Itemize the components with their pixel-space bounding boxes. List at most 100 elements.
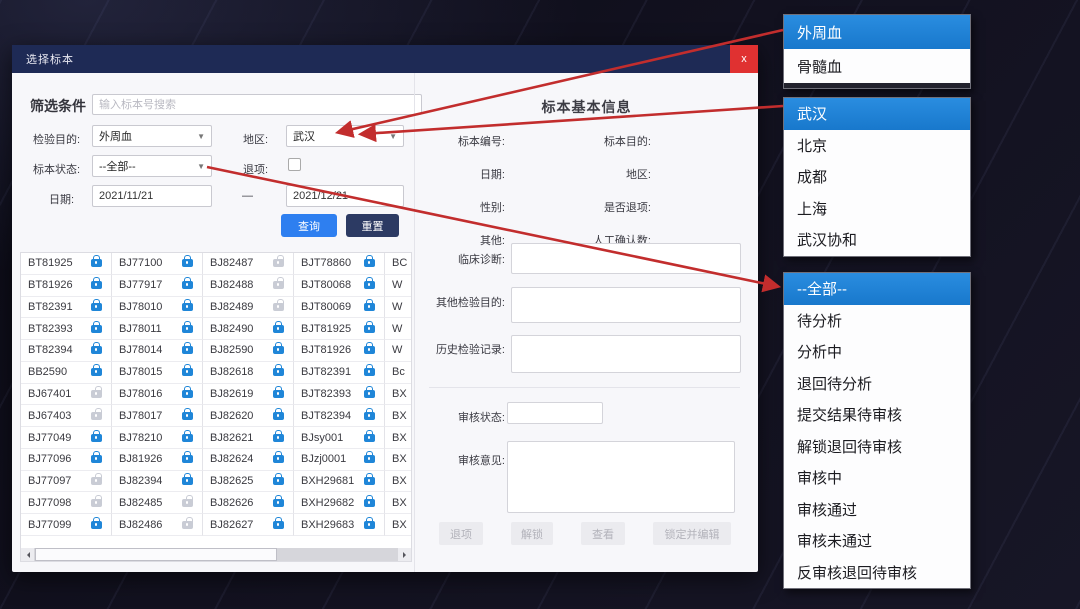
horizontal-scrollbar[interactable] <box>21 548 411 561</box>
table-cell[interactable]: BJT80069 <box>294 297 385 319</box>
table-cell[interactable]: BJ82620 <box>203 405 294 427</box>
table-cell[interactable]: W <box>385 318 411 340</box>
table-cell[interactable]: BX <box>385 427 411 449</box>
table-cell[interactable]: BJ77098 <box>21 492 112 514</box>
return-item-button[interactable]: 退项 <box>439 522 483 545</box>
popup-item[interactable]: 提交结果待审核 <box>784 399 970 431</box>
table-cell[interactable]: BJ82489 <box>203 297 294 319</box>
table-cell[interactable]: W <box>385 297 411 319</box>
query-button[interactable]: 查询 <box>281 214 337 237</box>
popup-item[interactable]: 审核通过 <box>784 494 970 526</box>
close-icon[interactable]: x <box>730 45 758 73</box>
popup-item[interactable]: --全部-- <box>784 273 970 305</box>
table-cell[interactable]: BJ82590 <box>203 340 294 362</box>
table-cell[interactable]: Bc <box>385 362 411 384</box>
table-cell[interactable]: BJ82394 <box>112 471 203 493</box>
table-cell[interactable]: BJ82624 <box>203 449 294 471</box>
table-cell[interactable]: BJ77917 <box>112 275 203 297</box>
scrollbar-left-arrow-icon[interactable] <box>21 548 34 561</box>
table-cell[interactable]: BJzj0001 <box>294 449 385 471</box>
table-cell[interactable]: BJ77096 <box>21 449 112 471</box>
table-cell[interactable]: BJ77100 <box>112 253 203 275</box>
table-cell[interactable]: BJ82618 <box>203 362 294 384</box>
popup-item[interactable]: 成都 <box>784 161 970 193</box>
table-cell[interactable]: BX <box>385 384 411 406</box>
search-input[interactable] <box>92 94 422 115</box>
table-cell[interactable]: BJT81925 <box>294 318 385 340</box>
table-cell[interactable]: BJ78011 <box>112 318 203 340</box>
popup-item[interactable]: 待分析 <box>784 305 970 337</box>
popup-item[interactable]: 武汉协和 <box>784 224 970 256</box>
popup-item[interactable]: 反审核退回待审核 <box>784 557 970 589</box>
table-cell[interactable]: BJsy001 <box>294 427 385 449</box>
table-cell[interactable]: BJ82488 <box>203 275 294 297</box>
view-button[interactable]: 查看 <box>581 522 625 545</box>
table-cell[interactable]: BJ82490 <box>203 318 294 340</box>
table-cell[interactable]: BT82393 <box>21 318 112 340</box>
table-cell[interactable]: BJ82485 <box>112 492 203 514</box>
scrollbar-thumb[interactable] <box>35 548 277 561</box>
table-cell[interactable]: BJT78860 <box>294 253 385 275</box>
audit-status-field[interactable] <box>507 402 603 424</box>
table-cell[interactable]: BJ82627 <box>203 514 294 536</box>
table-cell[interactable]: BXH29681 <box>294 471 385 493</box>
table-cell[interactable]: W <box>385 340 411 362</box>
table-cell[interactable]: BB2590 <box>21 362 112 384</box>
popup-item[interactable]: 分析中 <box>784 336 970 368</box>
table-cell[interactable]: BJ78014 <box>112 340 203 362</box>
table-cell[interactable]: BJ81926 <box>112 449 203 471</box>
clinical-diagnosis-field[interactable] <box>511 243 741 274</box>
popup-item[interactable]: 武汉 <box>784 98 970 130</box>
purpose-dropdown[interactable]: 外周血 ▼ <box>92 125 212 147</box>
table-cell[interactable]: BJ67403 <box>21 405 112 427</box>
table-cell[interactable]: BX <box>385 449 411 471</box>
table-cell[interactable]: BC <box>385 253 411 275</box>
table-cell[interactable]: BJ78210 <box>112 427 203 449</box>
table-cell[interactable]: BJ78015 <box>112 362 203 384</box>
popup-item[interactable]: 解锁退回待审核 <box>784 431 970 463</box>
table-cell[interactable]: BJ78016 <box>112 384 203 406</box>
table-cell[interactable]: BJ78017 <box>112 405 203 427</box>
other-purpose-field[interactable] <box>511 287 741 323</box>
table-cell[interactable]: BJT82391 <box>294 362 385 384</box>
table-cell[interactable]: BT81926 <box>21 275 112 297</box>
table-cell[interactable]: BT81925 <box>21 253 112 275</box>
table-cell[interactable]: BX <box>385 471 411 493</box>
popup-item[interactable]: 北京 <box>784 130 970 162</box>
region-dropdown[interactable]: 武汉 ▼ <box>286 125 404 147</box>
table-cell[interactable]: BJ77097 <box>21 471 112 493</box>
table-cell[interactable]: BJ82486 <box>112 514 203 536</box>
table-cell[interactable]: BT82391 <box>21 297 112 319</box>
popup-item[interactable]: 审核未通过 <box>784 525 970 557</box>
table-cell[interactable]: W <box>385 275 411 297</box>
history-record-field[interactable] <box>511 335 741 373</box>
return-item-checkbox[interactable] <box>288 158 301 171</box>
table-cell[interactable]: BX <box>385 492 411 514</box>
table-cell[interactable]: BT82394 <box>21 340 112 362</box>
unlock-button[interactable]: 解锁 <box>511 522 553 545</box>
audit-opinion-field[interactable] <box>507 441 735 513</box>
table-cell[interactable]: BJT81926 <box>294 340 385 362</box>
table-cell[interactable]: BJ78010 <box>112 297 203 319</box>
table-cell[interactable]: BJT82394 <box>294 405 385 427</box>
popup-item[interactable]: 骨髓血 <box>784 49 970 83</box>
table-cell[interactable]: BX <box>385 514 411 536</box>
table-cell[interactable]: BXH29683 <box>294 514 385 536</box>
table-cell[interactable]: BJ77099 <box>21 514 112 536</box>
popup-item[interactable]: 上海 <box>784 193 970 225</box>
table-cell[interactable]: BJ82619 <box>203 384 294 406</box>
date-to-input[interactable] <box>286 185 404 207</box>
reset-button[interactable]: 重置 <box>346 214 399 237</box>
table-cell[interactable]: BJ82487 <box>203 253 294 275</box>
date-from-input[interactable] <box>92 185 212 207</box>
popup-item[interactable]: 审核中 <box>784 462 970 494</box>
table-cell[interactable]: BJT82393 <box>294 384 385 406</box>
scrollbar-right-arrow-icon[interactable] <box>398 548 411 561</box>
table-cell[interactable]: BJ67401 <box>21 384 112 406</box>
table-cell[interactable]: BJ77049 <box>21 427 112 449</box>
table-cell[interactable]: BJ82626 <box>203 492 294 514</box>
popup-item[interactable]: 退回待分析 <box>784 368 970 400</box>
lock-and-edit-button[interactable]: 锁定并编辑 <box>653 522 731 545</box>
table-cell[interactable]: BJ82621 <box>203 427 294 449</box>
table-cell[interactable]: BJT80068 <box>294 275 385 297</box>
